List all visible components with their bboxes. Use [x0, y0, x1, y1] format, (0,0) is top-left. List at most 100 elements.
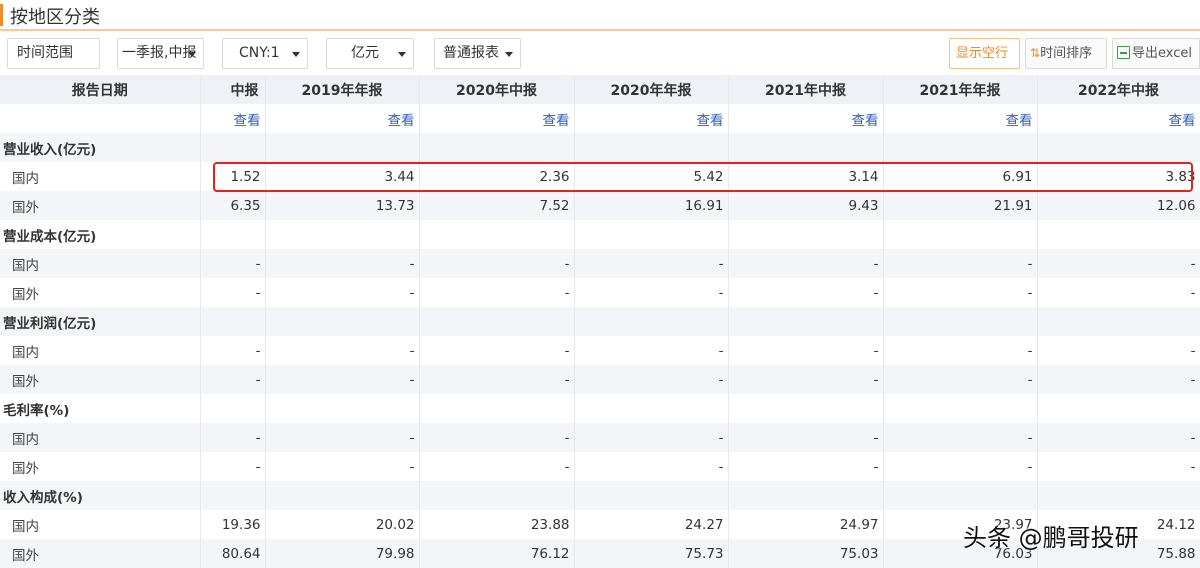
table-cell — [200, 133, 266, 162]
page-title: 按地区分类 — [10, 7, 100, 28]
section-row: 收入构成(%) — [0, 481, 1200, 510]
chevron-down-icon — [505, 52, 513, 57]
report-type-select[interactable]: 一季报,中报 — [117, 38, 204, 69]
column-header: 2021年中报 — [728, 75, 884, 104]
section-row: 营业收入(亿元) — [0, 133, 1200, 162]
table-cell: 20.02 — [265, 510, 420, 539]
row-label: 国内 — [0, 510, 201, 539]
currency-select[interactable]: CNY:1 — [222, 38, 308, 69]
view-link[interactable]: 查看 — [200, 104, 266, 133]
table-cell: 19.36 — [200, 510, 266, 539]
table-cell: 24.27 — [574, 510, 729, 539]
row-label: 国内 — [0, 336, 201, 365]
table-cell — [574, 220, 729, 249]
table-cell: 6.91 — [883, 162, 1038, 191]
table-cell: - — [728, 452, 884, 481]
table-cell: 80.64 — [200, 539, 266, 568]
table-cell — [883, 133, 1038, 162]
time-range-button[interactable]: 时间范围 — [7, 38, 100, 69]
table-cell — [1037, 220, 1200, 249]
table-cell: - — [883, 278, 1038, 307]
show-blank-rows-button[interactable]: 显示空行 — [949, 38, 1020, 69]
show-blank-rows-label: 显示空行 — [956, 46, 1009, 61]
table-cell: 21.91 — [883, 191, 1038, 220]
table-cell: 76.12 — [419, 539, 575, 568]
row-label: 国内 — [0, 249, 201, 278]
region-table-container: 报告日期 中报 2019年年报 2020年中报 2020年年报 2021年中报 2021年… — [0, 75, 1200, 568]
table-cell: - — [728, 278, 884, 307]
table-cell — [265, 481, 420, 510]
table-cell: - — [1037, 452, 1200, 481]
table-cell — [883, 220, 1038, 249]
table-cell: 6.35 — [200, 191, 266, 220]
table-cell: - — [1037, 365, 1200, 394]
column-header: 2020年年报 — [574, 75, 729, 104]
table-cell: - — [574, 249, 729, 278]
view-link[interactable]: 查看 — [728, 104, 884, 133]
time-range-label: 时间范围 — [17, 45, 73, 61]
table-cell: - — [574, 423, 729, 452]
table-cell: 7.52 — [419, 191, 575, 220]
table-cell: - — [265, 278, 420, 307]
table-cell: - — [419, 452, 575, 481]
table-cell: 24.97 — [728, 510, 884, 539]
watermark: 头条 @鹏哥投研 — [963, 524, 1139, 552]
table-cell: - — [883, 249, 1038, 278]
chevron-down-icon — [292, 52, 300, 57]
table-row: 国外 - - - - - - - — [0, 278, 1200, 307]
table-cell: 23.88 — [419, 510, 575, 539]
table-cell: - — [728, 365, 884, 394]
row-label: 国外 — [0, 191, 201, 220]
unit-select[interactable]: 亿元 — [326, 38, 414, 69]
table-cell: 5.42 — [574, 162, 729, 191]
row-label: 国内 — [0, 423, 201, 452]
export-excel-button[interactable]: 导出excel — [1112, 38, 1200, 69]
section-label: 营业成本(亿元) — [0, 220, 201, 249]
view-link[interactable]: 查看 — [1037, 104, 1200, 133]
table-cell — [265, 307, 420, 336]
view-links-row: 查看 查看 查看 查看 查看 查看 查看 — [0, 104, 1200, 133]
table-cell — [1037, 394, 1200, 423]
section-row: 营业成本(亿元) — [0, 220, 1200, 249]
table-cell — [883, 481, 1038, 510]
excel-icon — [1117, 46, 1130, 59]
table-cell: 3.83 — [1037, 162, 1200, 191]
section-label: 营业收入(亿元) — [0, 133, 201, 162]
view-link[interactable]: 查看 — [419, 104, 575, 133]
title-accent-bar — [0, 4, 3, 26]
table-cell: - — [883, 452, 1038, 481]
chevron-down-icon — [398, 52, 406, 57]
table-cell — [419, 481, 575, 510]
statement-select[interactable]: 普通报表 — [434, 38, 521, 69]
table-cell — [419, 394, 575, 423]
view-link[interactable]: 查看 — [883, 104, 1038, 133]
table-cell: 3.44 — [265, 162, 420, 191]
table-row: 国外 - - - - - - - — [0, 452, 1200, 481]
table-cell: - — [419, 423, 575, 452]
table-cell: - — [574, 452, 729, 481]
table-cell: - — [200, 278, 266, 307]
section-label: 毛利率(%) — [0, 394, 201, 423]
toolbar: 时间范围 一季报,中报 CNY:1 亿元 普通报表 显示空行 ⇅时间排序 导出e… — [0, 33, 1200, 75]
section-row: 毛利率(%) — [0, 394, 1200, 423]
column-header: 2019年年报 — [265, 75, 420, 104]
table-cell: - — [200, 423, 266, 452]
table-cell — [419, 220, 575, 249]
table-cell: 12.06 — [1037, 191, 1200, 220]
view-link[interactable]: 查看 — [265, 104, 420, 133]
currency-value: CNY:1 — [239, 45, 280, 61]
table-cell: - — [265, 452, 420, 481]
table-cell: - — [419, 278, 575, 307]
table-cell: 79.98 — [265, 539, 420, 568]
sort-icon: ⇅ — [1030, 46, 1041, 60]
table-cell — [265, 220, 420, 249]
table-cell — [200, 481, 266, 510]
table-cell — [574, 307, 729, 336]
table-cell — [200, 307, 266, 336]
view-link[interactable]: 查看 — [574, 104, 729, 133]
time-sort-button[interactable]: ⇅时间排序 — [1025, 38, 1107, 69]
table-cell: 16.91 — [574, 191, 729, 220]
table-cell — [574, 481, 729, 510]
table-cell: - — [574, 278, 729, 307]
table-cell — [728, 220, 884, 249]
